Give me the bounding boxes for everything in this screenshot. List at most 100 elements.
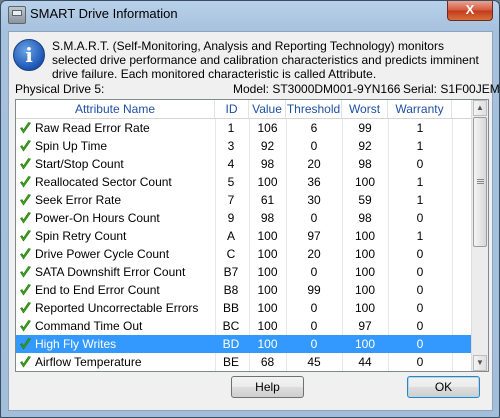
table-row[interactable]: Command Time Out BC 100 0 97 0 <box>16 317 471 335</box>
attribute-threshold-cell: 99 <box>307 283 321 297</box>
attribute-name-text: Power-On Hours Count <box>35 211 160 225</box>
attribute-warranty-cell: 0 <box>416 319 424 333</box>
table-row[interactable]: End to End Error Count B8 100 99 100 0 <box>16 281 471 299</box>
attribute-threshold-cell: 0 <box>310 211 318 225</box>
scroll-up-button[interactable]: ▲ <box>473 100 487 116</box>
attribute-name-cell: End to End Error Count <box>16 281 200 299</box>
column-header-worst[interactable]: Worst <box>342 100 388 118</box>
attribute-warranty-cell: 0 <box>416 301 424 315</box>
drive-info-row: Physical Drive 5: Model: ST3000DM001-9YN… <box>15 82 499 96</box>
table-row[interactable]: SATA Downshift Error Count B7 100 0 100 0 <box>16 263 471 281</box>
description-text: S.M.A.R.T. (Self-Monitoring, Analysis an… <box>52 39 479 81</box>
dialog-body: i S.M.A.R.T. (Self-Monitoring, Analysis … <box>8 31 499 411</box>
attribute-worst-cell: 100 <box>354 247 376 261</box>
table-row[interactable]: Airflow Temperature BE 68 45 44 0 <box>16 353 471 371</box>
column-header-value[interactable]: Value <box>249 100 286 118</box>
table-row[interactable]: Seek Error Rate 7 61 30 59 1 <box>16 191 471 209</box>
attribute-value-cell: 98 <box>260 157 275 171</box>
scroll-thumb[interactable] <box>473 117 487 247</box>
attribute-id-cell: 5 <box>227 175 235 189</box>
attribute-value-cell: 61 <box>260 193 275 207</box>
attribute-threshold-cell: 36 <box>307 175 321 189</box>
attribute-name-cell: SATA Downshift Error Count <box>16 263 200 281</box>
drive-icon <box>8 6 26 24</box>
status-ok-check-icon <box>20 356 31 368</box>
attribute-value-cell: 98 <box>260 211 275 225</box>
attribute-name-cell: Reallocated Sector Count <box>16 173 200 191</box>
title-bar[interactable]: SMART Drive Information X <box>1 1 499 27</box>
column-header-threshold[interactable]: Threshold <box>286 100 342 118</box>
attribute-value-cell: 100 <box>257 247 278 261</box>
scroll-grip-line <box>477 183 484 184</box>
attribute-threshold-cell: 97 <box>307 229 321 243</box>
attribute-id-cell: B7 <box>223 265 239 279</box>
help-button[interactable]: Help <box>231 376 304 398</box>
scroll-down-button[interactable]: ▼ <box>473 355 487 371</box>
attribute-name-text: Command Time Out <box>35 319 143 333</box>
attribute-warranty-cell: 1 <box>416 193 424 207</box>
attribute-name-cell: High Fly Writes <box>16 335 200 353</box>
status-ok-check-icon <box>20 140 31 152</box>
attribute-id-cell: BD <box>222 337 240 351</box>
attribute-worst-cell: 100 <box>354 229 376 243</box>
attribute-value-cell: 100 <box>257 175 278 189</box>
attribute-worst-cell: 100 <box>354 283 376 297</box>
table-header: Attribute Name ID Value Threshold Worst … <box>16 100 471 119</box>
attribute-warranty-cell: 0 <box>416 265 424 279</box>
table-row[interactable]: Start/Stop Count 4 98 20 98 0 <box>16 155 471 173</box>
attribute-warranty-cell: 1 <box>416 121 424 135</box>
close-button[interactable]: X <box>447 1 493 21</box>
attribute-name-cell: Seek Error Rate <box>16 191 200 209</box>
attribute-worst-cell: 92 <box>358 139 372 153</box>
attribute-threshold-cell: 0 <box>310 265 318 279</box>
table-row[interactable]: Raw Read Error Rate 1 106 6 99 1 <box>16 119 471 137</box>
attribute-value-cell: 100 <box>257 265 278 279</box>
table-row[interactable]: Spin Retry Count A 100 97 100 1 <box>16 227 471 245</box>
attribute-name-cell: Reported Uncorrectable Errors <box>16 299 200 317</box>
attribute-value-cell: 100 <box>257 283 278 297</box>
vertical-scrollbar[interactable]: ▲ ▼ <box>471 100 488 371</box>
status-ok-check-icon <box>20 158 31 170</box>
attribute-warranty-cell: 0 <box>416 157 424 171</box>
table-body: Raw Read Error Rate 1 106 6 99 1 Spin Up Time 3… <box>16 119 471 371</box>
status-ok-check-icon <box>20 266 31 278</box>
attribute-threshold-cell: 0 <box>310 139 318 153</box>
table-row[interactable]: Power-On Hours Count 9 98 0 98 0 <box>16 209 471 227</box>
attribute-worst-cell: 99 <box>358 121 372 135</box>
attribute-value-cell: 100 <box>257 229 278 243</box>
status-ok-check-icon <box>20 302 31 314</box>
column-header-attribute-name[interactable]: Attribute Name <box>16 100 215 118</box>
window-title: SMART Drive Information <box>30 6 178 21</box>
column-header-id[interactable]: ID <box>215 100 249 118</box>
attribute-value-cell: 100 <box>257 319 278 333</box>
attribute-worst-cell: 100 <box>354 337 376 351</box>
status-ok-check-icon <box>20 122 31 134</box>
table-row[interactable]: Spin Up Time 3 92 0 92 1 <box>16 137 471 155</box>
attribute-id-cell: BB <box>222 301 239 315</box>
attribute-name-text: Seek Error Rate <box>35 193 122 207</box>
attribute-worst-cell: 98 <box>358 211 372 225</box>
table-row[interactable]: Drive Power Cycle Count C 100 20 100 0 <box>16 245 471 263</box>
table-row[interactable]: Reported Uncorrectable Errors BB 100 0 100 0 <box>16 299 471 317</box>
column-header-warranty[interactable]: Warranty <box>388 100 452 118</box>
attribute-id-cell: A <box>226 229 235 243</box>
attribute-name-text: Raw Read Error Rate <box>35 121 150 135</box>
attribute-name-text: Airflow Temperature <box>35 355 142 369</box>
attribute-name-text: SATA Downshift Error Count <box>35 265 186 279</box>
attribute-id-cell: 9 <box>227 211 235 225</box>
attribute-warranty-cell: 0 <box>416 247 424 261</box>
table-row[interactable]: Reallocated Sector Count 5 100 36 100 1 <box>16 173 471 191</box>
attribute-name-text: Spin Retry Count <box>35 229 127 243</box>
attribute-id-cell: B8 <box>223 283 239 297</box>
attribute-id-cell: BC <box>222 319 240 333</box>
attribute-id-cell: 1 <box>227 121 235 135</box>
attribute-warranty-cell: 0 <box>416 211 424 225</box>
attribute-name-text: High Fly Writes <box>35 337 117 351</box>
table-row[interactable]: High Fly Writes BD 100 0 100 0 <box>16 335 471 353</box>
attribute-name-text: End to End Error Count <box>35 283 160 297</box>
ok-button[interactable]: OK <box>407 376 480 398</box>
attribute-id-cell: 7 <box>227 193 235 207</box>
attributes-table[interactable]: Attribute Name ID Value Threshold Worst … <box>15 99 489 372</box>
status-ok-check-icon <box>20 284 31 296</box>
attribute-warranty-cell: 1 <box>416 139 424 153</box>
